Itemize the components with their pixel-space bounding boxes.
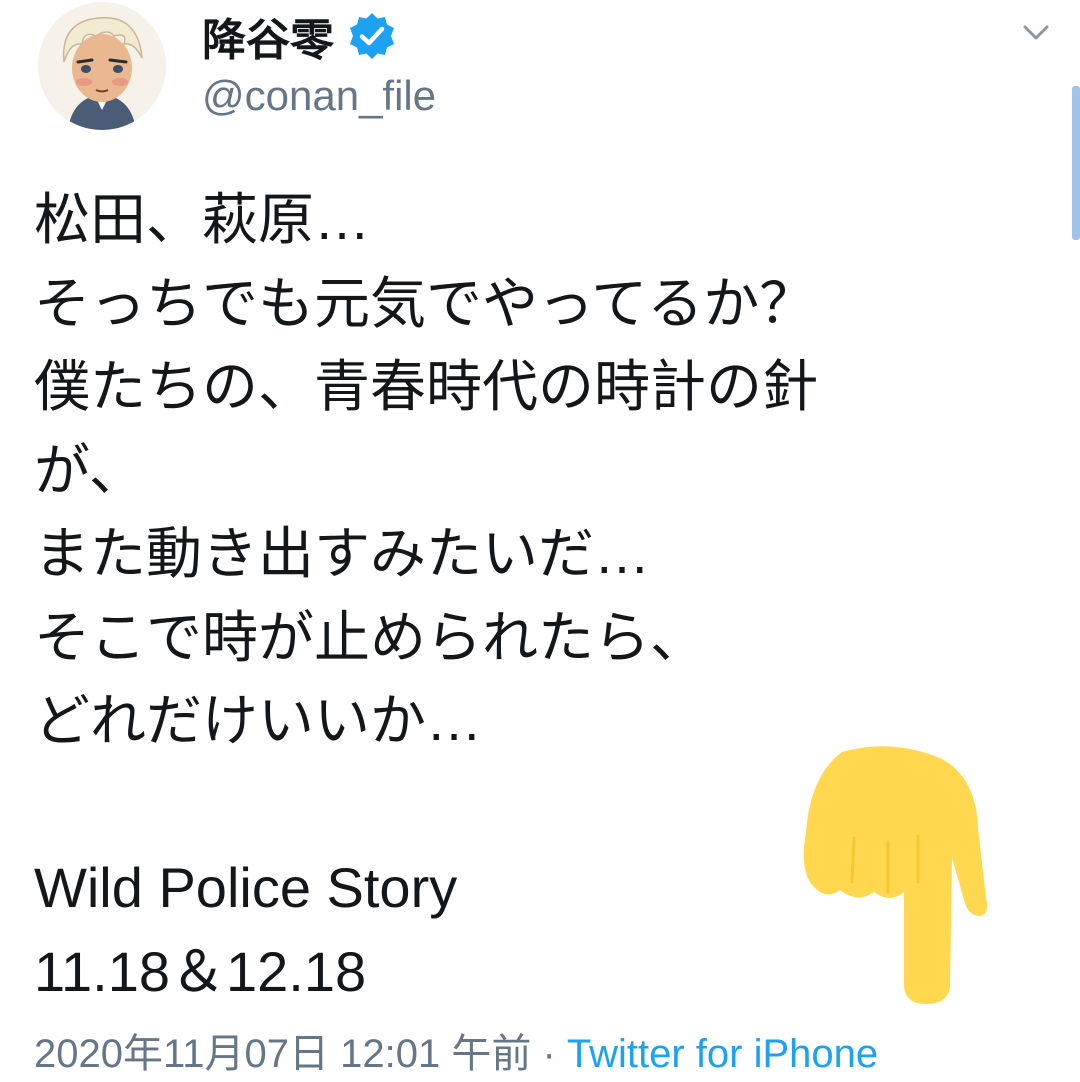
- author-handle[interactable]: @conan_file: [202, 72, 436, 120]
- tweet-line: そこで時が止められたら、: [34, 605, 706, 669]
- tweet-meta: 2020年11月07日 12:01 午前 · Twitter for iPhon…: [34, 1026, 878, 1082]
- verified-badge-icon: [350, 13, 394, 59]
- source-link[interactable]: Twitter for iPhone: [567, 1032, 878, 1076]
- chevron-down-icon[interactable]: [1018, 14, 1054, 50]
- tweet-line: また動き出すみたいだ…: [34, 522, 650, 585]
- avatar[interactable]: [38, 2, 166, 130]
- display-name[interactable]: 降谷零: [202, 4, 334, 68]
- author-name-row[interactable]: 降谷零: [202, 6, 398, 66]
- tweet-line: 僕たちの、青春時代の時計の針: [34, 355, 818, 418]
- meta-separator: ·: [531, 1032, 567, 1076]
- avatar-illustration: [38, 2, 166, 130]
- pointing-hand-icon: [803, 746, 988, 1004]
- tweet-line: そっちでも元気でやってるか？: [34, 271, 816, 335]
- tweet-line: が、: [34, 438, 145, 502]
- tweet-line: 松田、萩原…: [34, 188, 370, 251]
- scrollbar-thumb[interactable]: [1072, 86, 1080, 240]
- timestamp[interactable]: 2020年11月07日 12:01 午前: [34, 1032, 531, 1076]
